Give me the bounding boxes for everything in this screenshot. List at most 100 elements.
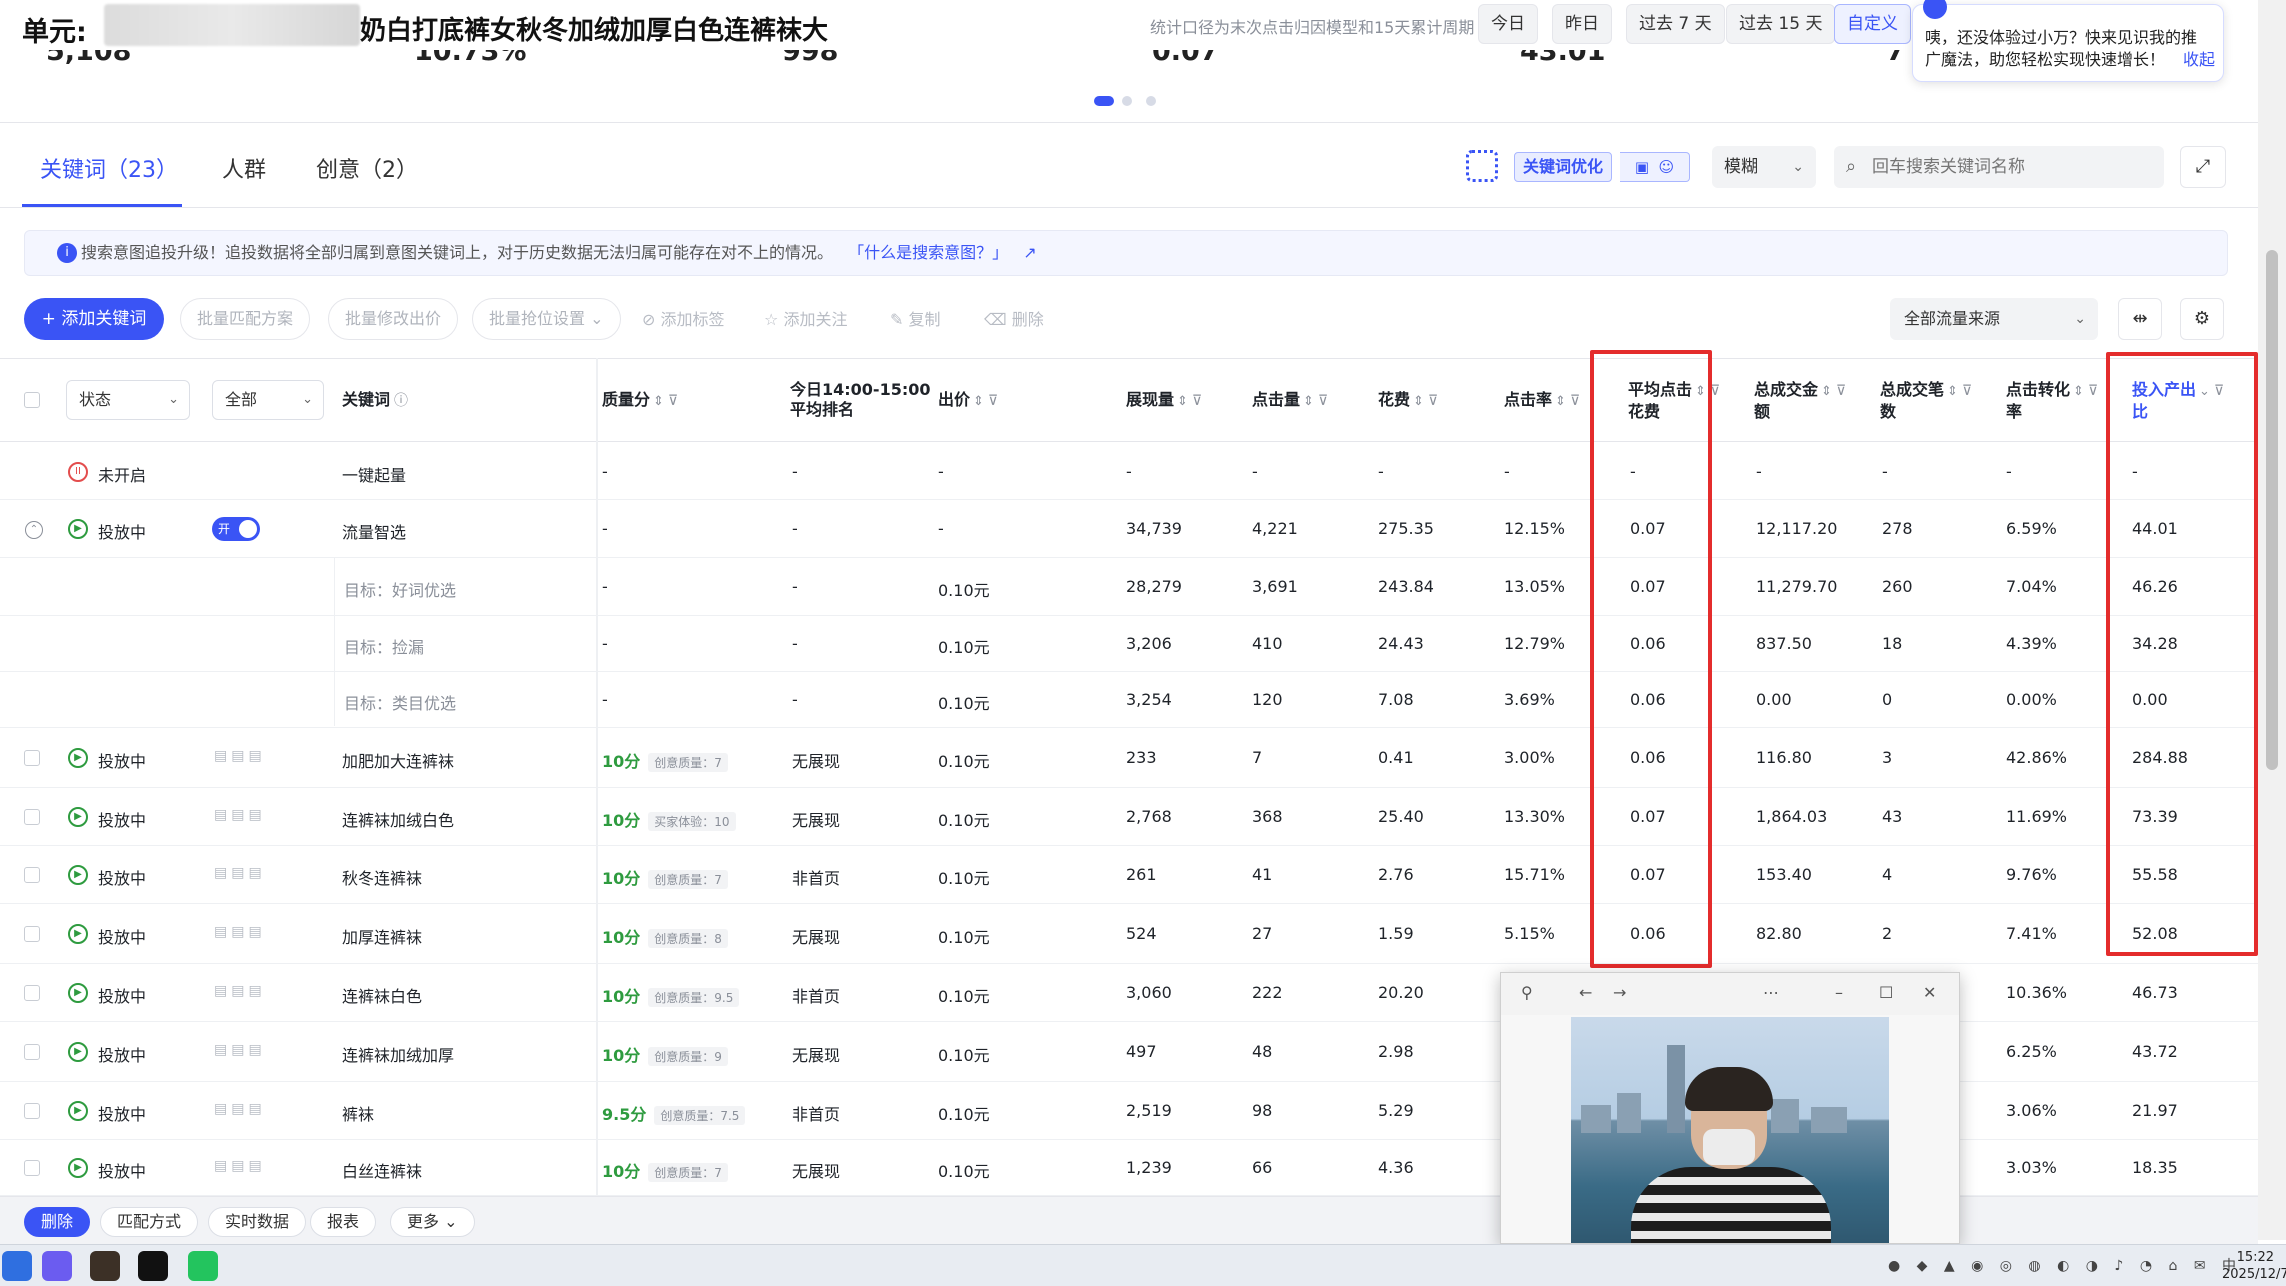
taskbar-app-icon[interactable]	[2, 1251, 32, 1281]
copy-button[interactable]: ✎ 复制	[890, 306, 941, 330]
pin-icon[interactable]: ⚲	[1521, 983, 1533, 1002]
tab-audience[interactable]: 人群	[222, 152, 266, 184]
play-status-icon[interactable]: ▶	[68, 865, 88, 885]
col-cost[interactable]: 花费 ⇕ ⊽	[1378, 390, 1438, 412]
cell-bid[interactable]: 0.10元	[938, 690, 990, 714]
tiktok-icon[interactable]	[138, 1251, 168, 1281]
table-row[interactable]: ▶ 投放中 ▤▤▤ 秋冬连裤袜 10分 创意质量：7 非首页 0.10元 261 41 2.76 15…	[0, 846, 2258, 904]
add-tag-button[interactable]: ⊘ 添加标签	[642, 306, 725, 330]
sort-icon[interactable]: ⇕	[973, 394, 984, 409]
table-row[interactable]: ▶ 投放中 ▤▤▤ 连裤袜加绒白色 10分 买家体验：10 无展现 0.10元 2,768 368…	[0, 788, 2258, 846]
row-tag-icons[interactable]: ▤▤▤	[214, 1042, 266, 1058]
batch-match-button[interactable]: 批量匹配方案	[180, 298, 311, 340]
select-all-checkbox[interactable]	[24, 392, 40, 408]
sort-icon[interactable]: ⇕	[1695, 384, 1706, 399]
row-checkbox[interactable]	[24, 1044, 40, 1060]
keyword-optimize-button[interactable]: 关键词优化	[1514, 152, 1613, 182]
minimize-icon[interactable]: –	[1835, 983, 1843, 1002]
external-link-icon[interactable]: ↗	[1023, 243, 1036, 262]
filter-icon[interactable]: ⊽	[988, 393, 998, 409]
settings-gear-icon[interactable]: ⚙	[2180, 298, 2224, 340]
carousel-dot[interactable]	[1146, 96, 1156, 106]
row-tag-icons[interactable]: ▤▤▤	[214, 748, 266, 764]
col-ctr[interactable]: 点击率 ⇕ ⊽	[1504, 390, 1580, 412]
table-row[interactable]: ▶ 投放中 ▤▤▤ 加厚连裤袜 10分 创意质量：8 无展现 0.10元 524 27 1.59 5.…	[0, 904, 2258, 964]
page-scrollbar[interactable]	[2258, 0, 2286, 1240]
batch-grab-button[interactable]: 批量抢位设置 ⌄	[472, 298, 621, 340]
table-row[interactable]: ⌃ ▶ 投放中 开 流量智选 - - - 34,739 4,221 275.35 12.15% 0.07…	[0, 500, 2258, 558]
filter-icon[interactable]: ⊽	[1710, 383, 1720, 399]
row-checkbox[interactable]	[24, 985, 40, 1001]
taskbar-app-icon[interactable]	[42, 1251, 72, 1281]
row-checkbox[interactable]	[24, 750, 40, 766]
add-follow-button[interactable]: ☆ 添加关注	[764, 306, 847, 330]
keyword-name[interactable]: 加厚连裤袜	[342, 924, 422, 948]
keyword-name[interactable]: 裤袜	[342, 1101, 374, 1125]
video-window-titlebar[interactable]: ⚲ ← → ⋯ – ☐ ✕	[1501, 973, 1959, 1015]
scrollbar-thumb[interactable]	[2266, 250, 2278, 770]
filter-icon[interactable]: ⊽	[1962, 383, 1972, 399]
row-checkbox[interactable]	[24, 1103, 40, 1119]
row-tag-icons[interactable]: ▤▤▤	[214, 807, 266, 823]
video-call-window[interactable]: ⚲ ← → ⋯ – ☐ ✕	[1500, 972, 1960, 1244]
tab-keywords[interactable]: 关键词（23）	[40, 152, 178, 184]
system-tray-icons[interactable]: ● ◆ ▲ ◉ ◎ ◍ ◐ ◑ ♪ ◔ ⌂ ✉ 中	[1888, 1255, 2242, 1275]
enable-toggle[interactable]: 开	[212, 517, 260, 541]
bottom-realtime-button[interactable]: 实时数据	[208, 1207, 307, 1237]
carousel-dot[interactable]	[1094, 96, 1114, 106]
date-custom-button[interactable]: 自定义	[1834, 4, 1911, 44]
sort-icon[interactable]: ⇕	[1303, 394, 1314, 409]
row-tag-icons[interactable]: ▤▤▤	[214, 924, 266, 940]
tab-creative[interactable]: 创意（2）	[316, 152, 418, 184]
sort-icon[interactable]: ⇕	[1555, 394, 1566, 409]
col-gmv[interactable]: 总成交金 ⇕ ⊽ 额	[1754, 380, 1846, 422]
date-yesterday-button[interactable]: 昨日	[1552, 4, 1612, 44]
filter-icon[interactable]: ⊽	[2214, 383, 2224, 399]
filter-icon[interactable]: ⊽	[1192, 393, 1202, 409]
fullscreen-icon[interactable]: ⤢	[2180, 146, 2226, 188]
col-clicks[interactable]: 点击量 ⇕ ⊽	[1252, 390, 1328, 412]
filter-icon[interactable]: ⊽	[1570, 393, 1580, 409]
batch-bid-button[interactable]: 批量修改出价	[328, 298, 459, 340]
cell-bid[interactable]: 0.10元	[938, 924, 990, 948]
back-arrow-icon[interactable]: ←	[1579, 983, 1592, 1002]
filter-icon[interactable]: ⊽	[1428, 393, 1438, 409]
cell-bid[interactable]: -	[938, 462, 944, 481]
keyword-name[interactable]: 加肥加大连裤袜	[342, 748, 454, 772]
forward-arrow-icon[interactable]: →	[1613, 983, 1626, 1002]
sort-icon[interactable]: ⇕	[1413, 394, 1424, 409]
status-filter-select[interactable]: 状态 ⌄	[66, 380, 190, 420]
date-today-button[interactable]: 今日	[1478, 4, 1538, 44]
keyword-search[interactable]: ⌕	[1834, 146, 2164, 188]
collapse-icon[interactable]: ⌃	[25, 521, 43, 539]
cell-bid[interactable]: 0.10元	[938, 807, 990, 831]
sort-icon[interactable]: ⌄	[2199, 384, 2210, 399]
bottom-delete-button[interactable]: 删除	[24, 1207, 91, 1237]
row-tag-icons[interactable]: ▤▤▤	[214, 1158, 266, 1174]
taskbar-app-icon[interactable]	[90, 1251, 120, 1281]
play-status-icon[interactable]: ▶	[68, 983, 88, 1003]
col-orders[interactable]: 总成交笔 ⇕ ⊽ 数	[1880, 380, 1972, 422]
sort-icon[interactable]: ⇕	[1177, 394, 1188, 409]
type-filter-select[interactable]: 全部 ⌄	[212, 380, 324, 420]
cell-bid[interactable]: -	[938, 519, 944, 538]
pause-status-icon[interactable]: II	[68, 462, 88, 482]
column-width-icon[interactable]: ⇹	[2118, 298, 2162, 340]
filter-icon[interactable]: ⊽	[1836, 383, 1846, 399]
col-impressions[interactable]: 展现量 ⇕ ⊽	[1126, 390, 1202, 412]
table-row[interactable]: ▶ 投放中 ▤▤▤ 加肥加大连裤袜 10分 创意质量：7 无展现 0.10元 233 7 0.41 3…	[0, 728, 2258, 788]
keyword-search-input[interactable]	[1872, 157, 2152, 177]
keyword-optimize-chat-icons[interactable]: ▣ ☺	[1620, 152, 1690, 182]
table-row[interactable]: 目标：好词优选 - - 0.10元 28,279 3,691 243.84 13.05% 0.0…	[0, 558, 2258, 616]
date-15days-button[interactable]: 过去 15 天	[1726, 4, 1836, 44]
bottom-more-button[interactable]: 更多 ⌄	[390, 1207, 475, 1237]
bottom-report-button[interactable]: 报表	[310, 1207, 377, 1237]
sort-icon[interactable]: ⇕	[1821, 384, 1832, 399]
play-status-icon[interactable]: ▶	[68, 1101, 88, 1121]
sort-icon[interactable]: ⇕	[1947, 384, 1958, 399]
cell-bid[interactable]: 0.10元	[938, 1158, 990, 1182]
notice-link[interactable]: 「什么是搜索意图？」	[848, 243, 1008, 262]
row-checkbox[interactable]	[24, 809, 40, 825]
filter-icon[interactable]: ⊽	[668, 393, 678, 409]
promo-close-link[interactable]: 收起	[2183, 49, 2215, 71]
